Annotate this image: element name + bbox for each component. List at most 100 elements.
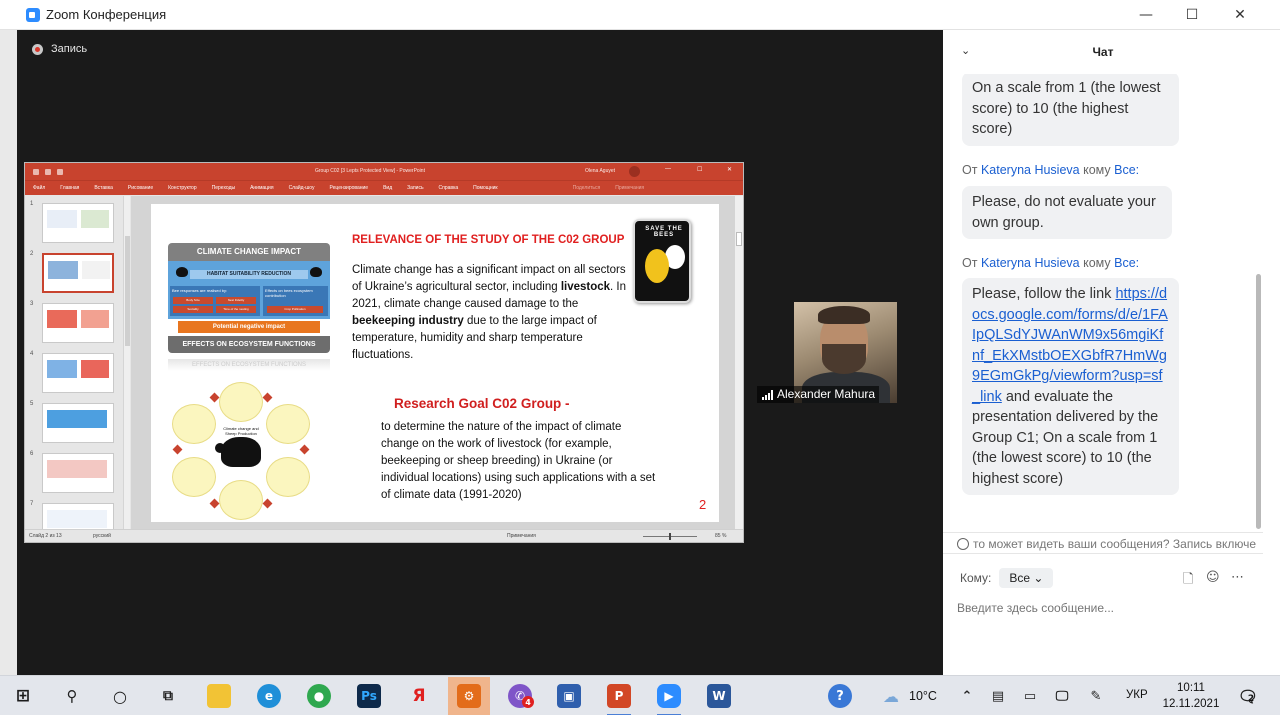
to-prefix: кому — [1083, 163, 1111, 177]
ppt-tab: Переходы — [211, 185, 236, 191]
slide-scrollbar — [735, 196, 743, 531]
ppt-ribbon-tabs: Файл Главная Вставка Рисование Конструкт… — [25, 180, 743, 195]
save-disk-icon[interactable]: ▣ — [557, 684, 581, 708]
ppt-comments-label: Примечания — [615, 185, 645, 191]
bee-icon — [645, 249, 669, 283]
from-prefix: От — [962, 256, 978, 270]
diagram-right-sub-label: Effects on bees ecosystem contribution — [265, 288, 313, 298]
weather-cloud-icon[interactable]: ☁ — [879, 684, 903, 708]
search-icon[interactable]: ⚲ — [60, 684, 84, 708]
save-icon — [33, 168, 39, 175]
file-icon[interactable]: 🗋 — [1183, 570, 1193, 592]
recording-label: Запись — [51, 43, 88, 55]
signal-bars-icon — [762, 390, 774, 400]
chat-panel: ⌄ Чат On a scale from 1 (the lowest scor… — [943, 30, 1263, 675]
windows-start-icon[interactable]: ⊞ — [11, 684, 35, 708]
recipient-name[interactable]: Все: — [1114, 163, 1139, 177]
cycle-arrow-icon — [172, 444, 183, 455]
recipient-name[interactable]: Все: — [1114, 256, 1139, 270]
thumbnail-number: 5 — [30, 401, 34, 407]
cycle-node — [266, 457, 310, 497]
thumbnail-number: 3 — [30, 301, 34, 307]
diagram-cell: Body Size — [173, 297, 213, 304]
ppt-tab: Вид — [383, 185, 393, 191]
ppt-tab: Рисование — [127, 185, 154, 191]
participant-name-tag: Alexander Mahura — [757, 386, 880, 403]
recipient-value: Все — [1009, 571, 1031, 585]
thumbnails-scrollbar — [123, 196, 130, 531]
help-icon[interactable]: ? — [828, 684, 852, 708]
ppt-tab: Рецензирование — [329, 185, 369, 191]
ppt-tab: Файл — [33, 185, 46, 191]
cycle-node — [266, 404, 310, 444]
ppt-minimize-icon: — — [665, 166, 671, 172]
bee-icon — [176, 267, 188, 277]
cortana-icon[interactable]: ○ — [108, 684, 132, 708]
shared-screen-area: Запись Group C02 [3 Lepts Protected View… — [17, 30, 943, 675]
ppt-maximize-icon: ☐ — [697, 167, 703, 173]
thumbnail-number: 1 — [30, 201, 34, 207]
more-icon[interactable]: ⋯ — [1231, 570, 1244, 585]
chevron-up-icon[interactable]: ⌃ — [955, 684, 979, 708]
edge-icon[interactable]: e — [257, 684, 281, 708]
slide-thumbnail-active: 2 — [30, 251, 120, 297]
thumbnail-number: 7 — [30, 501, 34, 507]
form-link[interactable]: https://docs.google.com/forms/d/e/1FAIpQ… — [972, 286, 1168, 405]
tray-app-icon[interactable]: ▤ — [986, 684, 1010, 708]
ppt-tab: Справка — [438, 185, 459, 191]
diagram-right-sub: Effects on bees ecosystem contribution C… — [263, 286, 328, 316]
cycle-arrow-icon — [262, 498, 273, 509]
weather-temperature[interactable]: 10°C — [909, 689, 937, 703]
diagram-orange-bar: Potential negative impact — [178, 321, 320, 333]
vpn-app-icon[interactable]: ⚙ — [457, 684, 481, 708]
system-clock[interactable]: 10:11 12.11.2021 — [1160, 680, 1222, 712]
chat-visibility-notice[interactable]: то может видеть ваши сообщения? Запись в… — [943, 532, 1263, 554]
chrome-icon[interactable]: ● — [307, 684, 331, 708]
file-explorer-icon[interactable] — [207, 684, 231, 708]
people-icon — [957, 538, 969, 550]
chat-messages: On a scale from 1 (the lowest score) to … — [943, 74, 1253, 532]
task-view-icon[interactable]: ⧉ — [156, 684, 180, 708]
zoom-logo-icon — [26, 7, 40, 22]
cycle-arrow-icon — [209, 392, 220, 403]
slide-thumbnails: 1 2 3 4 5 6 7 — [25, 196, 129, 542]
emoji-icon[interactable]: ☺ — [1206, 570, 1220, 585]
battery-icon[interactable]: ▭ — [1018, 684, 1042, 708]
ppt-title-bar: Group C02 [3 Lepts Protected View] - Pow… — [25, 163, 743, 180]
photoshop-icon[interactable]: Ps — [357, 684, 381, 708]
word-icon[interactable]: W — [707, 684, 731, 708]
participant-beard — [822, 344, 866, 374]
chat-message: On a scale from 1 (the lowest score) to … — [962, 74, 1179, 146]
close-button[interactable]: ✕ — [1217, 0, 1263, 30]
clock-time: 10:11 — [1177, 682, 1205, 694]
chat-scrollbar[interactable] — [1253, 74, 1263, 532]
recording-indicator[interactable]: Запись — [32, 43, 87, 55]
cycle-center-label: Climate change and Sheep Production — [223, 426, 259, 436]
minimize-button[interactable]: — — [1123, 0, 1169, 30]
maximize-button[interactable]: ☐ — [1169, 0, 1215, 30]
yandex-browser-icon[interactable]: Я — [407, 684, 431, 708]
ppt-doc-title: Group C02 [3 Lepts Protected View] - Pow… — [315, 168, 425, 174]
chat-message-input[interactable] — [957, 595, 1247, 621]
zoom-taskbar-icon[interactable]: ▶ — [657, 684, 681, 708]
ppt-tab: Анимация — [250, 185, 274, 191]
powerpoint-icon[interactable]: P — [607, 684, 631, 708]
slide-thumbnail: 6 — [30, 451, 120, 497]
recipient-dropdown[interactable]: Все ⌄ — [999, 568, 1054, 588]
diagram-left-sub-label: Bee responses are realised by: — [172, 288, 228, 293]
diagram-cell: Nest Fidelity — [216, 297, 256, 304]
sender-name[interactable]: Kateryna Husieva — [981, 163, 1080, 177]
message-text: Please, follow the link — [972, 286, 1112, 302]
keyboard-language[interactable]: УКР — [1126, 689, 1148, 701]
recipient-row: Кому: Все ⌄ — [960, 567, 1054, 589]
relevance-title: RELEVANCE OF THE STUDY OF THE C02 GROUP — [352, 234, 625, 246]
network-icon[interactable]: 🖵 — [1050, 684, 1074, 708]
current-slide: CLIMATE CHANGE IMPACT HABITAT SUITABILIT… — [151, 204, 719, 522]
sender-name[interactable]: Kateryna Husieva — [981, 256, 1080, 270]
slide-thumbnail: 1 — [30, 201, 120, 247]
clock-date: 12.11.2021 — [1162, 698, 1220, 710]
climate-impact-diagram: CLIMATE CHANGE IMPACT HABITAT SUITABILIT… — [168, 243, 330, 353]
ppt-share-label: Поделиться — [572, 185, 601, 191]
ppt-tab: Главная — [60, 185, 80, 191]
pen-icon[interactable]: ✎ — [1084, 684, 1108, 708]
